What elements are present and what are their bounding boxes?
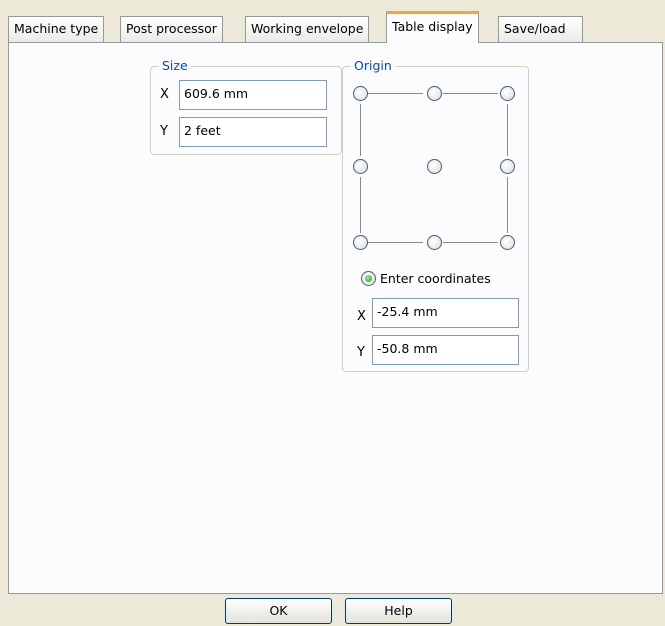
origin-group: Origin Enter coordinates X -25.4 mm Y -5… — [342, 58, 529, 372]
origin-bottom-right-radio[interactable] — [500, 235, 515, 250]
origin-bottom-center-radio[interactable] — [427, 235, 442, 250]
tab-table-display[interactable]: Table display — [386, 11, 479, 43]
origin-box-top-left-line — [368, 93, 423, 94]
origin-middle-left-radio[interactable] — [353, 159, 368, 174]
origin-box-right-lower-line — [507, 177, 508, 233]
size-group-legend: Size — [159, 58, 191, 74]
enter-coordinates-radio[interactable] — [361, 271, 376, 286]
size-y-label: Y — [160, 124, 168, 139]
origin-y-label: Y — [357, 345, 365, 360]
origin-box-right-upper-line — [507, 104, 508, 156]
size-y-field[interactable]: 2 feet — [179, 117, 327, 147]
origin-top-right-radio[interactable] — [500, 86, 515, 101]
origin-top-left-radio[interactable] — [353, 86, 368, 101]
origin-center-radio[interactable] — [427, 159, 442, 174]
origin-bottom-left-radio[interactable] — [353, 235, 368, 250]
size-group: Size X 609.6 mm Y 2 feet — [150, 58, 342, 155]
tab-panel-table-display: Size X 609.6 mm Y 2 feet Origin Enter co… — [8, 42, 663, 594]
origin-box-bottom-left-line — [368, 242, 423, 243]
origin-middle-right-radio[interactable] — [500, 159, 515, 174]
ok-button[interactable]: OK — [225, 598, 332, 624]
size-x-field[interactable]: 609.6 mm — [179, 80, 327, 110]
origin-x-label: X — [357, 309, 366, 324]
origin-group-legend: Origin — [351, 58, 395, 74]
origin-box-left-upper-line — [360, 104, 361, 156]
tab-post-processor[interactable]: Post processor — [120, 16, 223, 42]
origin-top-center-radio[interactable] — [427, 86, 442, 101]
help-button[interactable]: Help — [345, 598, 452, 624]
origin-x-field[interactable]: -25.4 mm — [372, 298, 519, 328]
origin-box-left-lower-line — [360, 177, 361, 233]
origin-box-top-right-line — [443, 93, 498, 94]
origin-box-bottom-right-line — [443, 242, 498, 243]
tab-machine-type[interactable]: Machine type — [8, 16, 105, 42]
tab-working-envelope[interactable]: Working envelope — [245, 16, 370, 42]
tab-strip: Machine type Post processor Working enve… — [8, 11, 663, 43]
origin-y-field[interactable]: -50.8 mm — [372, 335, 519, 365]
tab-save-load[interactable]: Save/load — [498, 16, 583, 42]
enter-coordinates-label[interactable]: Enter coordinates — [380, 271, 491, 286]
size-x-label: X — [160, 87, 169, 102]
